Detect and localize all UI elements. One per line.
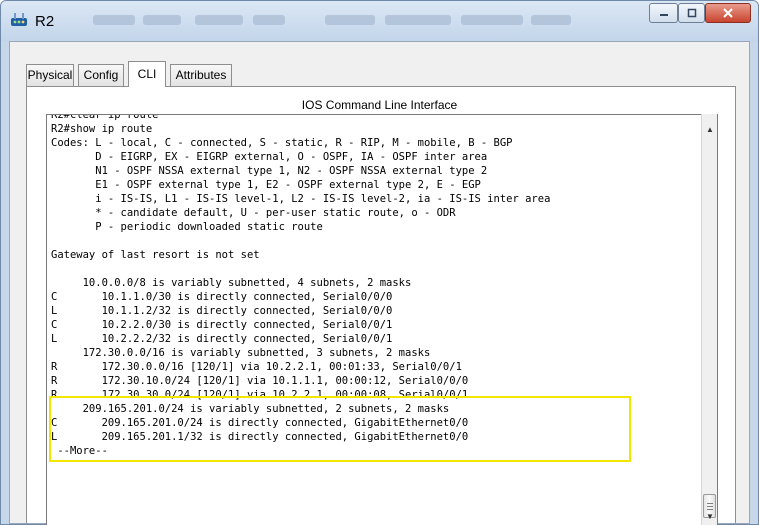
toolbar-blur (195, 15, 243, 25)
scroll-down-icon[interactable]: ▼ (702, 509, 718, 525)
terminal-line: L 10.2.2.2/32 is directly connected, Ser… (51, 333, 393, 345)
minimize-button[interactable] (649, 3, 678, 23)
minimize-icon (659, 14, 668, 16)
terminal-line: * - candidate default, U - per-user stat… (51, 207, 456, 219)
cli-heading: IOS Command Line Interface (301, 98, 458, 112)
router-icon (11, 13, 27, 26)
title-bar[interactable]: R2 (1, 1, 758, 41)
terminal-scrollbar[interactable]: ▲ ▼ (701, 114, 717, 525)
tab-cli[interactable]: CLI (128, 61, 166, 87)
terminal-line: D - EIGRP, EX - EIGRP external, O - OSPF… (51, 151, 488, 163)
terminal-line: L 10.1.1.2/32 is directly connected, Ser… (51, 305, 393, 317)
scroll-up-icon[interactable]: ▲ (702, 122, 718, 138)
maximize-icon (687, 8, 696, 18)
toolbar-blur (143, 15, 181, 25)
terminal-line: R 172.30.0.0/16 [120/1] via 10.2.2.1, 00… (51, 361, 462, 373)
grip-line (707, 503, 713, 504)
tab-physical[interactable]: Physical (26, 64, 74, 86)
cli-terminal[interactable]: R2#clear ip route * R2#show ip route Cod… (46, 114, 718, 525)
toolbar-blur (93, 15, 135, 25)
terminal-line: 172.30.0.0/16 is variably subnetted, 3 s… (51, 347, 431, 359)
terminal-line: E1 - OSPF external type 1, E2 - OSPF ext… (51, 179, 481, 191)
close-icon (723, 8, 733, 18)
maximize-button[interactable] (678, 3, 705, 23)
terminal-line: R 172.30.10.0/24 [120/1] via 10.1.1.1, 0… (51, 375, 469, 387)
tab-config[interactable]: Config (78, 64, 124, 86)
close-button[interactable] (705, 3, 751, 23)
highlight-box (49, 396, 631, 462)
toolbar-blur (385, 15, 451, 25)
terminal-line: Gateway of last resort is not set (51, 249, 260, 261)
terminal-line: R2#show ip route (51, 123, 153, 135)
terminal-line: R2#clear ip route * (51, 114, 172, 121)
window-title: R2 (35, 13, 55, 30)
toolbar-blur (531, 15, 571, 25)
terminal-line: C 10.2.2.0/30 is directly connected, Ser… (51, 319, 393, 331)
tab-attributes[interactable]: Attributes (170, 64, 232, 86)
terminal-line: 10.0.0.0/8 is variably subnetted, 4 subn… (51, 277, 412, 289)
toolbar-blur (325, 15, 375, 25)
toolbar-blur (461, 15, 523, 25)
terminal-line: Codes: L - local, C - connected, S - sta… (51, 137, 513, 149)
terminal-line: N1 - OSPF NSSA external type 1, N2 - OSP… (51, 165, 488, 177)
toolbar-blur (253, 15, 285, 25)
terminal-line: C 10.1.1.0/30 is directly connected, Ser… (51, 291, 393, 303)
terminal-line: P - periodic downloaded static route (51, 221, 323, 233)
grip-line (707, 506, 713, 507)
terminal-line: i - IS-IS, L1 - IS-IS level-1, L2 - IS-I… (51, 193, 551, 205)
